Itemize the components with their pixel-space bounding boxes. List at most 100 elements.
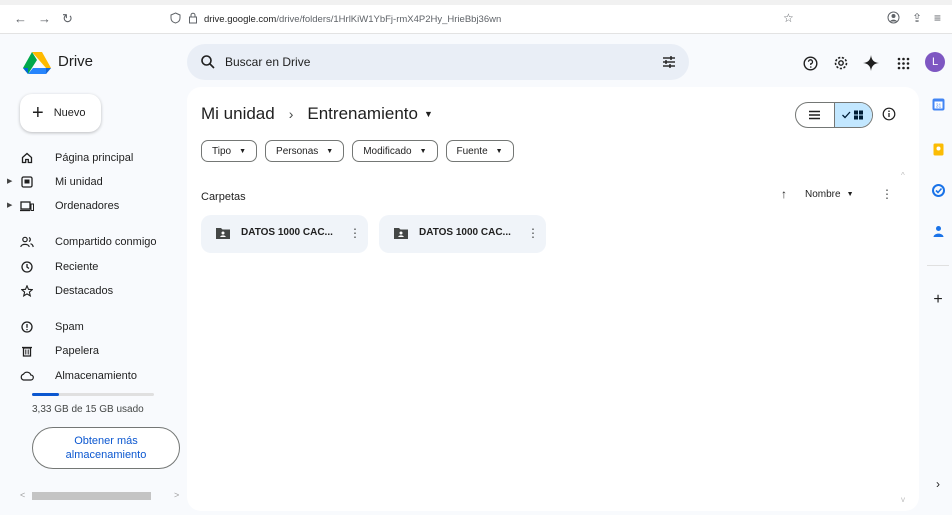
drive-logo-icon[interactable] [23,52,51,74]
sort-control[interactable]: ↑ Nombre ▼ [781,187,854,201]
share-icon[interactable]: ⇪ [912,11,922,25]
storage-usage-bar [32,393,154,396]
filter-label: Fuente [456,145,488,157]
add-addon-icon[interactable]: + [931,291,945,308]
trash-icon [20,344,34,358]
folder-name: DATOS 1000 CAC... [241,227,333,238]
get-more-storage-button[interactable]: Obtener más almacenamiento [32,427,180,469]
shield-icon [168,11,182,27]
filter-chips: Tipo ▼ Personas ▼ Modificado ▼ Fuente ▼ [201,140,514,162]
sidebar-item-trash[interactable]: Papelera [20,341,99,361]
computers-icon [20,199,34,213]
address-bar[interactable]: drive.google.com/drive/folders/1HrlKiW1Y… [168,9,808,29]
filter-label: Modificado [363,145,412,157]
sidebar-item-starred[interactable]: Destacados [20,281,113,301]
chevron-down-icon[interactable]: ▼ [424,109,433,119]
search-icon[interactable] [200,54,216,70]
url-host: drive.google.com [204,13,277,25]
apps-grid-icon[interactable] [894,54,912,72]
spam-icon [20,320,34,334]
chevron-down-icon: ▼ [495,147,503,155]
filter-source[interactable]: Fuente ▼ [445,140,514,162]
forward-icon[interactable]: → [38,12,51,25]
sidebar-item-storage[interactable]: Almacenamiento [20,366,137,386]
sidebar-item-my-drive[interactable]: ▶ Mi unidad [7,172,103,192]
grid-view-icon[interactable] [833,103,872,127]
contacts-icon[interactable] [931,224,945,238]
recent-icon [20,260,34,274]
search-bar[interactable] [187,44,689,80]
home-icon [20,151,34,165]
filter-people[interactable]: Personas ▼ [265,140,345,162]
back-icon[interactable]: ← [14,12,27,25]
tasks-icon[interactable] [931,183,945,197]
filter-label: Personas [276,145,319,157]
search-input[interactable] [225,53,645,71]
calendar-icon[interactable]: 31 [931,97,945,111]
search-options-icon[interactable] [661,54,677,70]
reload-icon[interactable]: ↻ [62,12,73,25]
extension-icon[interactable] [887,11,900,27]
sort-direction-icon[interactable]: ↑ [781,187,787,201]
keep-icon[interactable] [931,142,945,156]
sidebar-item-label: Papelera [55,345,100,357]
scroll-left-icon[interactable]: < [20,490,25,500]
shared-folder-icon [216,227,230,241]
show-side-panel-icon[interactable]: › [931,477,945,491]
more-options-icon[interactable]: ⋮ [881,187,893,201]
bookmark-star-icon[interactable]: ☆ [783,11,794,25]
sidebar-item-recent[interactable]: Reciente [20,257,98,277]
sidebar-item-label: Reciente [55,261,99,273]
breadcrumb-root[interactable]: Mi unidad [201,104,275,124]
plus-icon: + [32,102,44,124]
scroll-down-icon[interactable]: v [901,495,905,504]
more-options-icon[interactable]: ⋮ [527,226,539,240]
app-name: Drive [58,53,94,70]
breadcrumb-current[interactable]: Entrenamiento [307,104,418,124]
new-button-label: Nuevo [53,107,86,119]
list-view-icon[interactable] [796,103,834,127]
tab-strip [0,0,952,5]
cloud-icon [20,369,34,383]
scrollbar-thumb[interactable] [32,492,151,500]
star-icon [20,284,34,298]
folder-card[interactable]: DATOS 1000 CAC... ⋮ [379,215,546,253]
settings-icon[interactable] [832,54,850,72]
scroll-up-icon[interactable]: ^ [901,171,905,180]
more-options-icon[interactable]: ⋮ [349,226,361,240]
scroll-right-icon[interactable]: > [174,490,179,500]
storage-usage-text: 3,33 GB de 15 GB usado [32,404,144,415]
expand-caret-icon[interactable]: ▶ [7,201,12,209]
help-icon[interactable] [801,54,819,72]
sort-label[interactable]: Nombre [805,189,841,200]
folder-card[interactable]: DATOS 1000 CAC... ⋮ [201,215,368,253]
filter-type[interactable]: Tipo ▼ [201,140,258,162]
avatar[interactable]: L [925,52,945,72]
main-content: Mi unidad › Entrenamiento ▼ Tipo ▼ Person… [187,87,919,511]
chevron-down-icon: ▼ [846,190,854,198]
sidebar-horizontal-scrollbar[interactable]: < > [20,490,180,502]
info-icon[interactable] [882,107,896,121]
sidebar-item-spam[interactable]: Spam [20,317,84,337]
menu-icon[interactable]: ≡ [934,11,941,25]
gemini-icon[interactable] [862,54,880,72]
sidebar-item-label: Compartido conmigo [55,236,157,248]
sidebar-item-home[interactable]: Página principal [20,148,133,168]
section-title: Carpetas [201,191,246,203]
expand-caret-icon[interactable]: ▶ [7,177,12,185]
new-button[interactable]: + Nuevo [20,94,101,132]
sidebar-item-label: Spam [55,321,84,333]
url-path: /drive/folders/1HrlKiW1YbFj-rmX4P2Hy_Hri… [276,13,502,25]
filter-modified[interactable]: Modificado ▼ [352,140,438,162]
sidebar-item-computers[interactable]: ▶ Ordenadores [7,196,119,216]
shared-icon [20,235,34,249]
chevron-down-icon: ▼ [326,147,334,155]
view-toggle[interactable] [795,102,873,128]
browser-toolbar: ← → ↻ drive.google.com/drive/folders/1Hr… [0,0,952,34]
filter-label: Tipo [212,145,232,157]
sidebar-item-shared[interactable]: Compartido conmigo [20,232,157,252]
chevron-down-icon: ▼ [239,147,247,155]
sidebar-item-label: Destacados [55,285,114,297]
svg-text:31: 31 [935,103,941,109]
sidebar-item-label: Página principal [55,152,134,164]
